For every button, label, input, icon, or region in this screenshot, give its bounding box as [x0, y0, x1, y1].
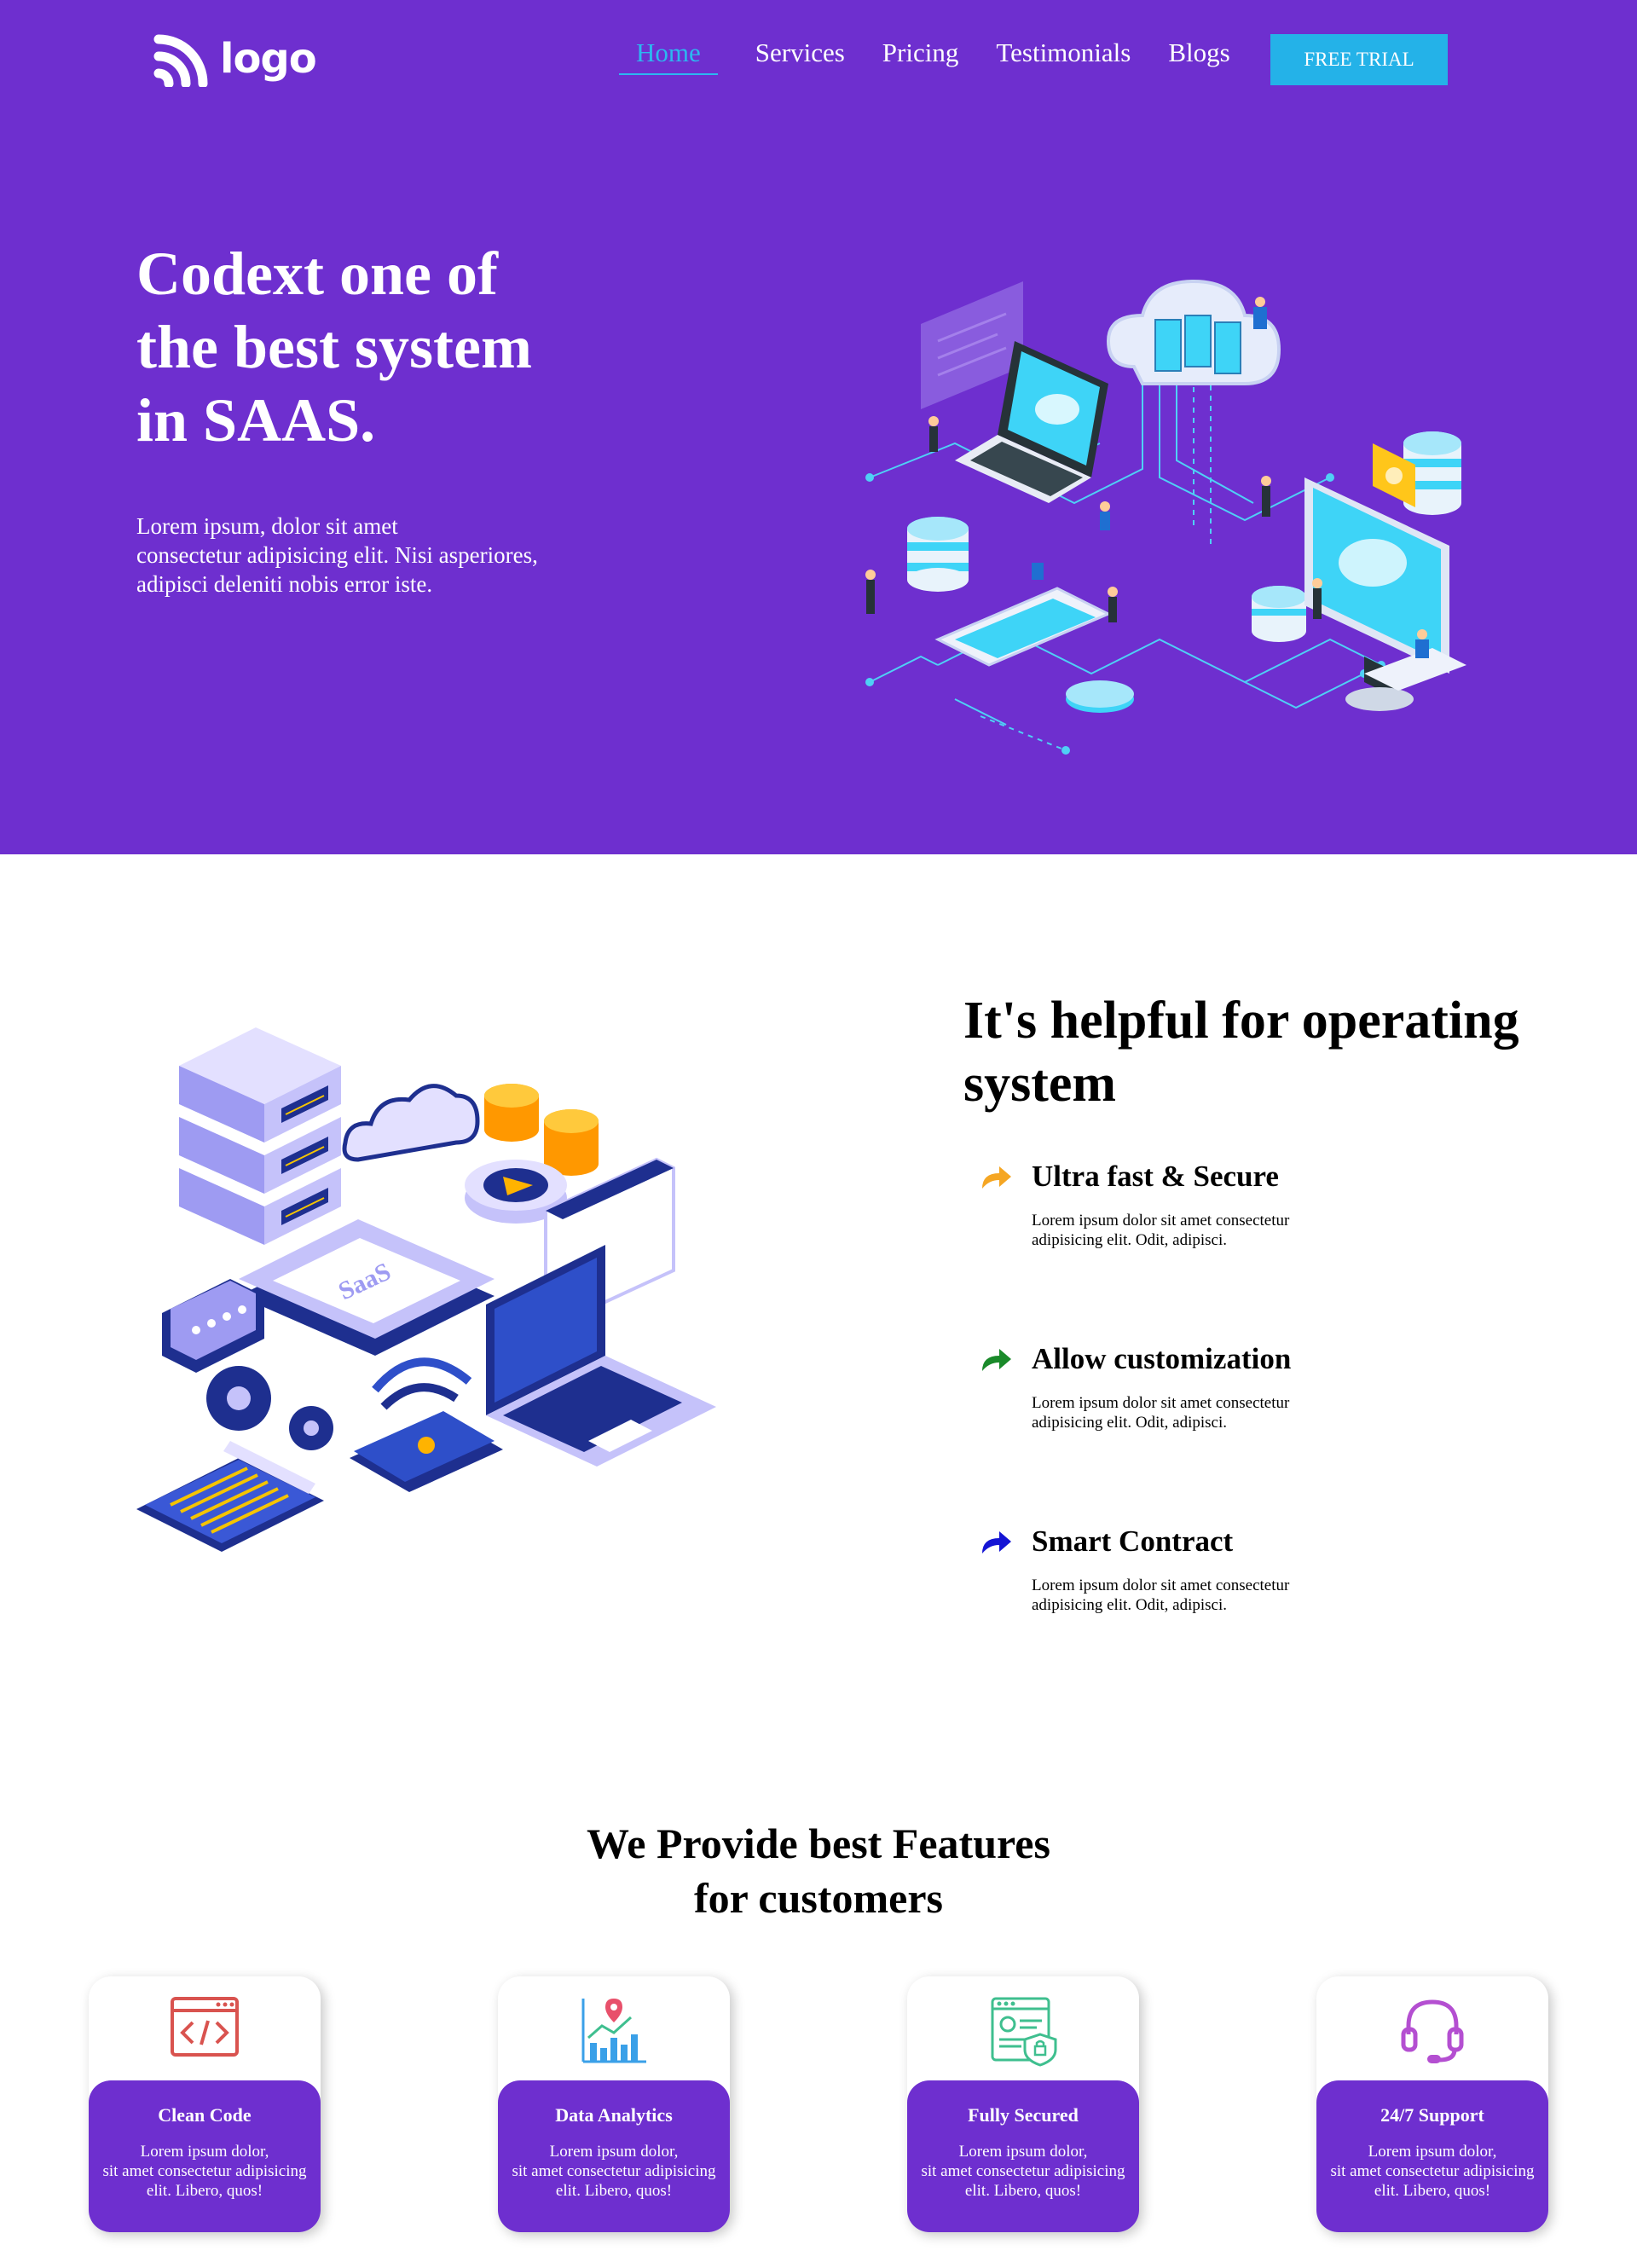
- logo[interactable]: logo: [153, 31, 317, 87]
- feature-item-fast-secure: Ultra fast & Secure Lorem ipsum dolor si…: [979, 1160, 1405, 1250]
- feature-item-title: Allow customization: [1032, 1342, 1292, 1375]
- feature-item-desc: Lorem ipsum dolor sit amet consectetur a…: [1032, 1393, 1339, 1432]
- card-desc: Lorem ipsum dolor, sit amet consectetur …: [498, 2142, 730, 2201]
- card-desc-line: Lorem ipsum dolor,: [140, 2143, 269, 2161]
- feature-item-desc-line: adipisicing elit. Odit, adipisci.: [1032, 1596, 1228, 1614]
- green-redo-arrow-icon: [982, 1349, 1011, 1371]
- card-icon-wrap: [907, 1995, 1139, 2067]
- card-desc: Lorem ipsum dolor, sit amet consectetur …: [89, 2142, 321, 2201]
- features-title-line: We Provide best Features: [587, 1820, 1050, 1867]
- hero-description: Lorem ipsum, dolor sit amet consectetur …: [136, 512, 614, 599]
- card-desc-line: Lorem ipsum dolor,: [1368, 2143, 1497, 2161]
- hero-title-line: the best system: [136, 313, 532, 381]
- card-desc-line: sit amet consectetur adipisicing: [921, 2162, 1125, 2180]
- saas-isometric-illustration: SaaS: [136, 1027, 716, 1552]
- card-body: 24/7 Support Lorem ipsum dolor, sit amet…: [1316, 2080, 1548, 2232]
- card-title: Data Analytics: [555, 2104, 673, 2126]
- card-desc-line: elit. Libero, quos!: [146, 2182, 263, 2200]
- card-desc-line: sit amet consectetur adipisicing: [1330, 2162, 1535, 2180]
- orange-redo-arrow-icon: [982, 1166, 1011, 1189]
- blue-redo-arrow-icon: [982, 1531, 1011, 1553]
- feature-item-title: Smart Contract: [1032, 1525, 1234, 1558]
- feature-card-clean-code[interactable]: Clean Code Lorem ipsum dolor, sit amet c…: [89, 1976, 321, 2232]
- nav-link-testimonials[interactable]: Testimonials: [996, 38, 1131, 75]
- helpful-title-line: system: [963, 1055, 1117, 1113]
- feature-item-customization: Allow customization Lorem ipsum dolor si…: [979, 1342, 1405, 1432]
- analytics-chart-icon: [581, 1999, 646, 2063]
- card-body: Data Analytics Lorem ipsum dolor, sit am…: [498, 2080, 730, 2232]
- feature-item-desc-line: adipisicing elit. Odit, adipisci.: [1032, 1414, 1228, 1432]
- free-trial-button[interactable]: FREE TRIAL: [1270, 34, 1448, 85]
- hero-title-line: Codext one of: [136, 240, 498, 308]
- hero-desc-line: consectetur adipisicing elit. Nisi asper…: [136, 542, 538, 568]
- card-desc-line: elit. Libero, quos!: [555, 2182, 673, 2200]
- hero-section: logo Home Services Pricing Testimonials …: [0, 0, 1637, 854]
- secure-document-icon: [991, 1997, 1057, 2067]
- card-desc-line: sit amet consectetur adipisicing: [512, 2162, 716, 2180]
- card-desc-line: elit. Libero, quos!: [1374, 2182, 1491, 2200]
- nav-link-pricing[interactable]: Pricing: [882, 38, 959, 75]
- card-icon-wrap: [498, 1995, 730, 2067]
- feature-item-desc-line: adipisicing elit. Odit, adipisci.: [1032, 1231, 1228, 1249]
- feature-item-desc-line: Lorem ipsum dolor sit amet consectetur: [1032, 1577, 1290, 1594]
- feature-item-title: Ultra fast & Secure: [1032, 1160, 1279, 1193]
- feature-item-desc-line: Lorem ipsum dolor sit amet consectetur: [1032, 1394, 1290, 1412]
- helpful-title-line: It's helpful for operating: [963, 992, 1519, 1050]
- card-desc-line: Lorem ipsum dolor,: [549, 2143, 679, 2161]
- card-icon-wrap: [89, 1995, 321, 2067]
- feature-item-desc-line: Lorem ipsum dolor sit amet consectetur: [1032, 1212, 1290, 1229]
- features-section-title: We Provide best Features for customers: [0, 1816, 1637, 1925]
- card-desc-line: Lorem ipsum dolor,: [958, 2143, 1088, 2161]
- card-desc-line: elit. Libero, quos!: [964, 2182, 1082, 2200]
- card-desc: Lorem ipsum dolor, sit amet consectetur …: [1316, 2142, 1548, 2201]
- logo-text: logo: [220, 35, 317, 83]
- hero-desc-line: Lorem ipsum, dolor sit amet: [136, 513, 398, 539]
- feature-item-desc: Lorem ipsum dolor sit amet consectetur a…: [1032, 1576, 1339, 1615]
- hero-desc-line: adipisci deleniti nobis error iste.: [136, 571, 433, 597]
- card-desc: Lorem ipsum dolor, sit amet consectetur …: [907, 2142, 1139, 2201]
- feature-card-data-analytics[interactable]: Data Analytics Lorem ipsum dolor, sit am…: [498, 1976, 730, 2232]
- headset-icon: [1401, 1999, 1464, 2063]
- features-title-line: for customers: [693, 1874, 944, 1922]
- top-navbar: logo Home Services Pricing Testimonials …: [0, 0, 1637, 119]
- nav-links: Home Services Pricing Testimonials Blogs: [619, 38, 1268, 75]
- nav-link-blogs[interactable]: Blogs: [1168, 38, 1229, 75]
- nav-link-services[interactable]: Services: [755, 38, 845, 75]
- card-body: Fully Secured Lorem ipsum dolor, sit ame…: [907, 2080, 1139, 2232]
- card-title: Fully Secured: [968, 2104, 1079, 2126]
- code-window-icon: [171, 1997, 239, 2057]
- card-body: Clean Code Lorem ipsum dolor, sit amet c…: [89, 2080, 321, 2232]
- hero-title: Codext one of the best system in SAAS.: [136, 237, 614, 457]
- nav-link-home[interactable]: Home: [619, 38, 718, 75]
- feature-item-smart-contract: Smart Contract Lorem ipsum dolor sit ame…: [979, 1525, 1405, 1615]
- feature-card-support[interactable]: 24/7 Support Lorem ipsum dolor, sit amet…: [1316, 1976, 1548, 2232]
- helpful-section-title: It's helpful for operating system: [963, 989, 1560, 1115]
- logo-mark-icon: [153, 34, 208, 87]
- cloud-network-illustration: [865, 279, 1466, 755]
- card-title: Clean Code: [158, 2104, 252, 2126]
- card-desc-line: sit amet consectetur adipisicing: [102, 2162, 307, 2180]
- card-icon-wrap: [1316, 1995, 1548, 2067]
- card-title: 24/7 Support: [1380, 2104, 1484, 2126]
- feature-card-fully-secured[interactable]: Fully Secured Lorem ipsum dolor, sit ame…: [907, 1976, 1139, 2232]
- hero-title-line: in SAAS.: [136, 386, 376, 454]
- feature-item-desc: Lorem ipsum dolor sit amet consectetur a…: [1032, 1211, 1339, 1250]
